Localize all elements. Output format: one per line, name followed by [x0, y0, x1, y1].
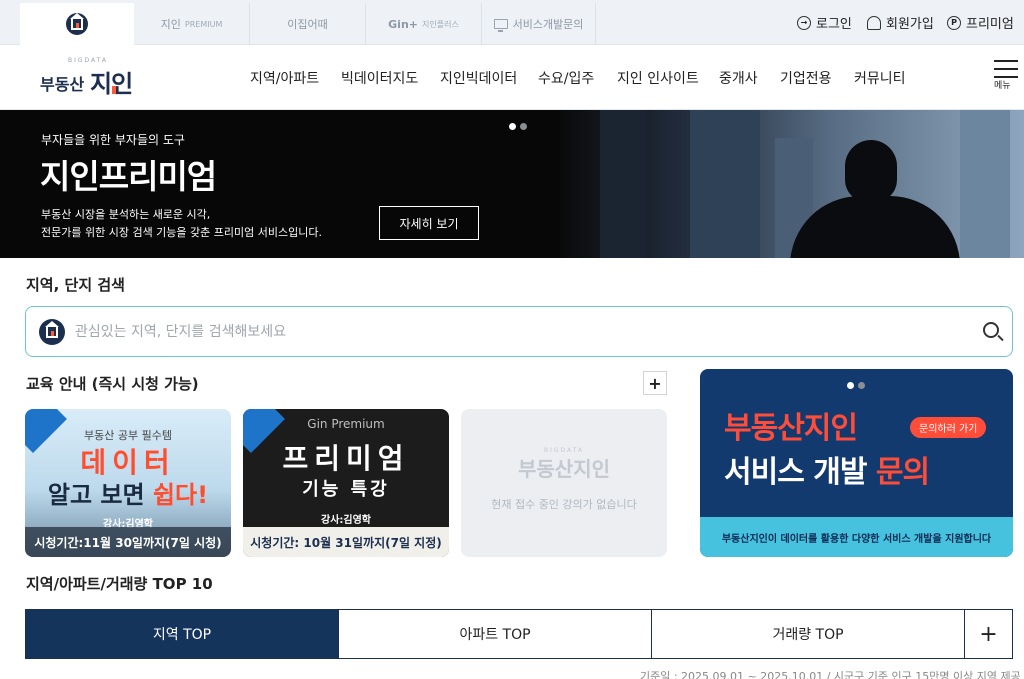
site-logo[interactable]: BIGDATA 부동산 지인	[40, 57, 150, 98]
course-card-premium[interactable]: Gin Premium 프리미엄 기능 특강 강사:김영학 시청기간: 10월 …	[243, 409, 449, 557]
nav-label: 중개사	[719, 70, 758, 87]
nav-item-demand-supply[interactable]: 수요/입주	[538, 45, 594, 110]
empty-card-logo: 부동산지인	[518, 457, 610, 481]
tab-apartment-top[interactable]: 아파트 TOP	[339, 610, 652, 658]
ad-headline2-part1: 서비스 개발	[724, 455, 867, 490]
tab-service-inquiry-label: 서비스개발문의	[512, 18, 584, 31]
banner-pagination[interactable]	[509, 123, 527, 130]
course-card-headline2: 기능 특강	[302, 479, 390, 500]
nav-label: 지인 인사이트	[617, 70, 699, 87]
empty-card-message: 현재 접수 중인 강의가 없습니다	[491, 498, 637, 511]
search-section-title: 지역, 단지 검색	[26, 276, 125, 294]
tab-volume-top[interactable]: 거래량 TOP	[652, 610, 965, 658]
tab-gin-plus-label: Gin+	[388, 17, 419, 31]
logo-accent-bar	[112, 86, 116, 94]
course-card-period: 시청기간: 10월 31일까지(7일 지정)	[243, 527, 449, 557]
course-card-lecturer: 강사:김영학	[321, 515, 371, 526]
tab-ijip-label: 이집어때	[287, 18, 328, 31]
course-card-data[interactable]: 부동산 공부 필수템 데이터 알고 보면 쉽다! 강사:김영학 시청기간:11월…	[25, 409, 231, 557]
tab-jiin-premium-label: 지인	[160, 18, 181, 31]
top10-section-title: 지역/아파트/거래량 TOP 10	[26, 575, 213, 593]
premium-icon: P	[947, 15, 961, 30]
person-silhouette-image	[790, 140, 960, 258]
premium-link[interactable]: P 프리미엄	[947, 0, 1014, 45]
nav-item-enterprise[interactable]: 기업전용	[780, 45, 832, 110]
tab-jiin-premium[interactable]: 지인 PREMIUM	[134, 3, 250, 45]
nav-label: 지역/아파트	[250, 70, 320, 87]
main-header: BIGDATA 부동산 지인 지역/아파트 빅데이터지도 지인빅데이터 수요/입…	[0, 45, 1024, 110]
login-link[interactable]: → 로그인	[797, 0, 852, 45]
signup-link[interactable]: 회원가입	[867, 0, 934, 45]
banner-desc-line2: 전문가를 위한 시장 검색 기능을 갖춘 프리미엄 서비스입니다.	[41, 226, 322, 239]
nav-item-jiin-insight[interactable]: 지인 인사이트	[617, 45, 699, 110]
top10-tabs: 지역 TOP 아파트 TOP 거래량 TOP +	[25, 609, 1013, 659]
nav-item-region-apt[interactable]: 지역/아파트	[250, 45, 319, 110]
home-icon	[39, 319, 65, 345]
home-icon	[66, 12, 88, 35]
ad-footer-text: 부동산지인이 데이터를 활용한 다양한 서비스 개발을 지원합니다	[700, 517, 1013, 557]
nav-item-bigdata-map[interactable]: 빅데이터지도	[341, 45, 418, 110]
logo-bigdata: BIGDATA	[68, 57, 108, 64]
banner-description: 부동산 시장을 분석하는 새로운 시각, 전문가를 위한 시장 검색 기능을 갖…	[41, 206, 361, 242]
course-card-period: 시청기간:11월 30일까지(7일 시청)	[25, 527, 231, 557]
pagination-dot[interactable]	[858, 382, 865, 389]
logo-text-budongsan: 부동산	[40, 75, 85, 94]
nav-label: 수요/입주	[538, 70, 595, 87]
tab-service-inquiry[interactable]: 서비스개발문의	[482, 3, 596, 45]
ad-headline: 부동산지인	[724, 411, 858, 446]
search-input[interactable]	[75, 319, 935, 345]
login-label: 로그인	[816, 17, 852, 32]
top10-footnote: 기준일 : 2025.09.01 ~ 2025.10.01 / 시군구 기준 인…	[640, 670, 1021, 679]
signup-label: 회원가입	[886, 17, 934, 32]
premium-label: 프리미엄	[966, 17, 1014, 32]
nav-label: 빅데이터지도	[341, 70, 419, 87]
hamburger-icon	[994, 60, 1018, 62]
nav-label: 지인빅데이터	[440, 70, 518, 87]
hero-banner[interactable]: 부자들을 위한 부자들의 도구 지인프리미엄 부동산 시장을 분석하는 새로운 …	[0, 110, 1024, 258]
nav-item-jiin-bigdata[interactable]: 지인빅데이터	[440, 45, 517, 110]
top-service-bar: 지인 PREMIUM 이집어때 Gin+ 지인플러스 서비스개발문의 → 로그인…	[0, 0, 1024, 45]
course-card-empty: BIGDATA 부동산지인 현재 접수 중인 강의가 없습니다	[461, 409, 667, 557]
ad-headline2-part2: 문의	[875, 455, 930, 490]
course-card-headline: 프리미엄	[282, 442, 410, 475]
course-card-headline2: 알고 보면 쉽다!	[25, 475, 231, 510]
nav-label: 기업전용	[780, 70, 832, 87]
tab-gin-plus-sub: 지인플러스	[422, 19, 459, 29]
nav-label: 커뮤니티	[854, 70, 906, 87]
ad-headline2: 서비스 개발 문의	[724, 447, 930, 491]
ad-pagination[interactable]	[847, 382, 865, 389]
menu-button[interactable]: 메뉴	[994, 60, 1020, 91]
banner-eyebrow: 부자들을 위한 부자들의 도구	[41, 133, 185, 147]
tab-gin-plus[interactable]: Gin+ 지인플러스	[366, 3, 482, 45]
pagination-dot-active[interactable]	[509, 123, 516, 130]
pagination-dot[interactable]	[520, 123, 527, 130]
search-icon[interactable]	[983, 322, 1005, 344]
login-icon: →	[797, 15, 811, 30]
banner-title: 지인프리미엄	[40, 157, 217, 196]
tab-region-top[interactable]: 지역 TOP	[26, 610, 339, 658]
menu-label: 메뉴	[994, 81, 1011, 91]
headline2-part2: 쉽다!	[152, 481, 209, 509]
pagination-dot-active[interactable]	[847, 382, 854, 389]
monitor-icon	[493, 19, 508, 32]
headline2-part1: 알고 보면	[47, 481, 145, 509]
tab-jiin-premium-sub: PREMIUM	[184, 19, 223, 29]
education-more-button[interactable]: +	[643, 371, 667, 395]
banner-more-button[interactable]: 자세히 보기	[379, 206, 479, 240]
education-section-title: 교육 안내 (즉시 시청 가능)	[26, 375, 199, 393]
top10-more-button[interactable]: +	[965, 610, 1012, 658]
tab-ijip-eottae[interactable]: 이집어때	[250, 3, 366, 45]
nav-item-agent[interactable]: 중개사	[719, 45, 758, 110]
ad-inquiry-pill[interactable]: 문의하러 가기	[910, 417, 987, 438]
nav-item-community[interactable]: 커뮤니티	[854, 45, 906, 110]
user-icon	[867, 15, 881, 30]
banner-desc-line1: 부동산 시장을 분석하는 새로운 시각,	[41, 208, 211, 221]
service-inquiry-ad-banner[interactable]: 부동산지인 문의하러 가기 서비스 개발 문의 부동산지인이 데이터를 활용한 …	[700, 369, 1013, 557]
tab-jiin-home[interactable]	[20, 3, 134, 45]
search-box[interactable]	[25, 306, 1013, 357]
